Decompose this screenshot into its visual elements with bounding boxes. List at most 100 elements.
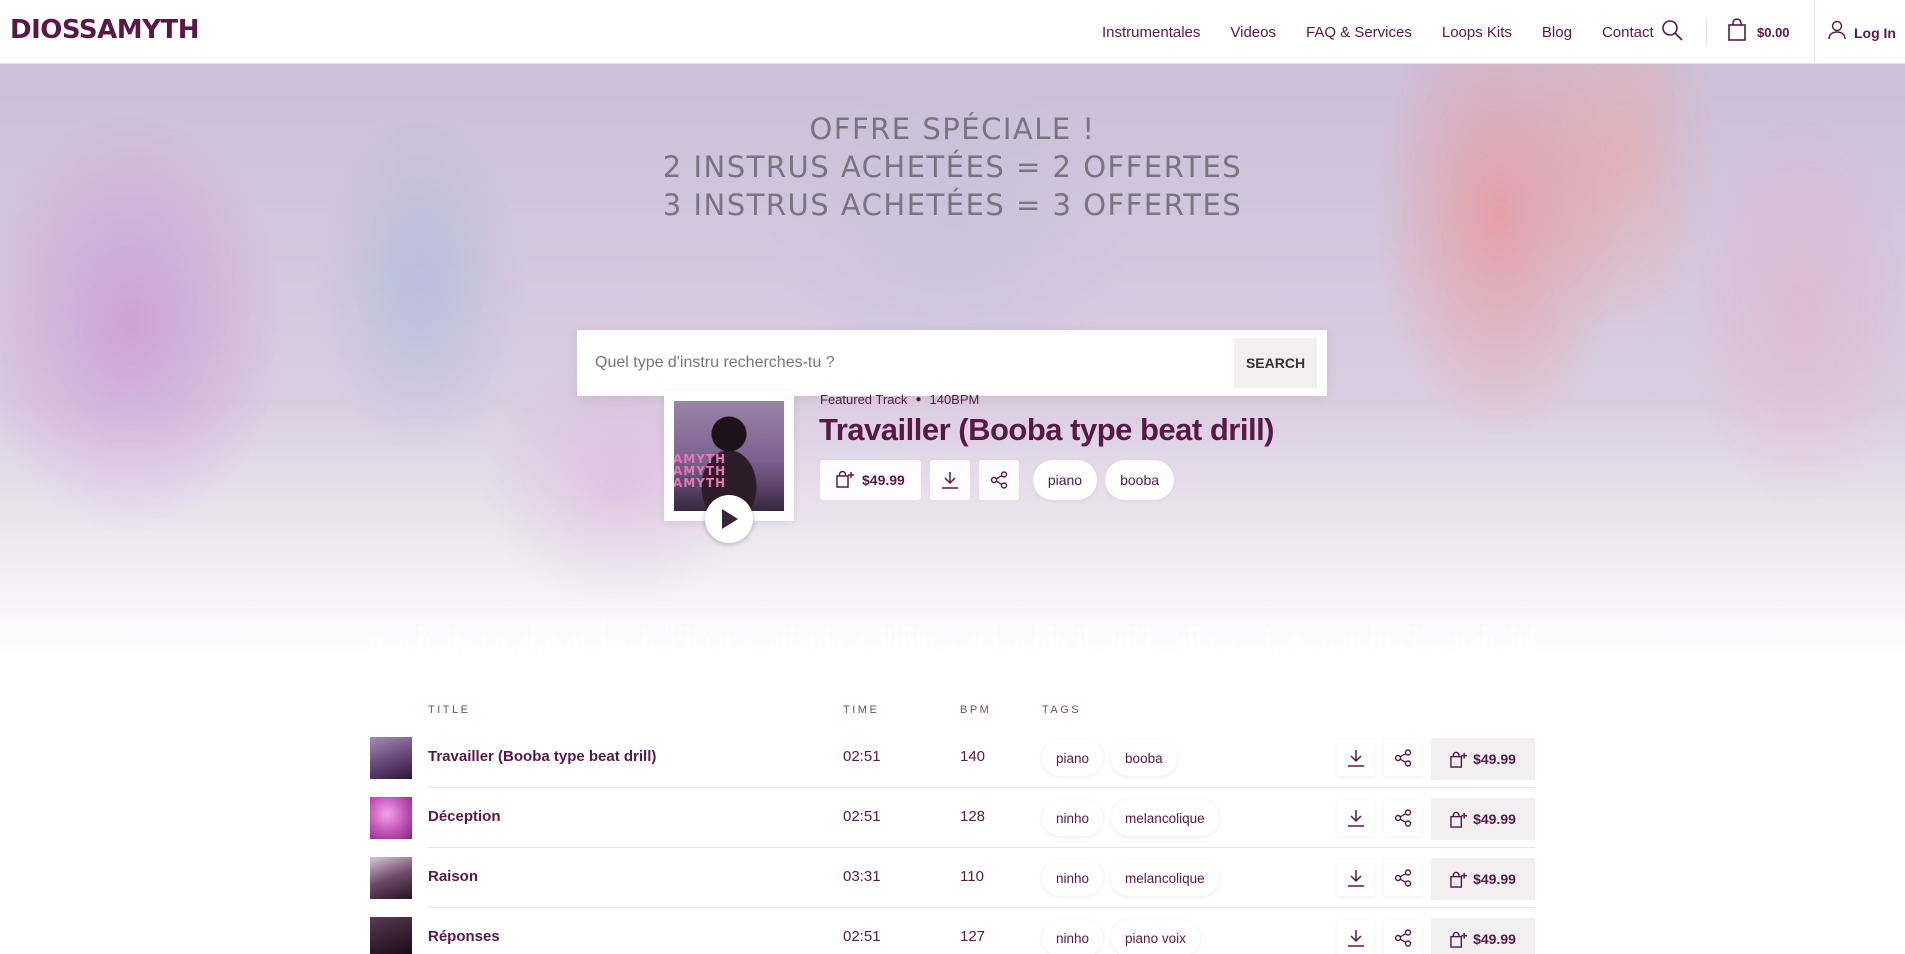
waveform[interactable]: [370, 618, 1535, 668]
nav-contact[interactable]: Contact: [1602, 24, 1654, 41]
search-icon[interactable]: [1660, 18, 1686, 44]
tracklist: TITLE TIME BPM TAGS Travailler (Booba ty…: [0, 680, 1905, 954]
waveform-bar: [1364, 643, 1368, 668]
track-title[interactable]: Travailler (Booba type beat drill): [428, 748, 656, 765]
track-bpm: 127: [960, 928, 986, 945]
beat-search-input[interactable]: [595, 330, 1195, 396]
track-download-button[interactable]: [1337, 740, 1375, 776]
waveform-bar: [510, 648, 514, 668]
waveform-bar: [1175, 653, 1179, 668]
search-submit-button[interactable]: SEARCH: [1234, 338, 1317, 388]
site-logo[interactable]: DIOSSAMYTH: [10, 15, 199, 45]
track-download-button[interactable]: [1337, 920, 1375, 954]
track-row[interactable]: Déception 02:51 128 ninho melancolique $…: [370, 788, 1535, 848]
share-icon: [990, 471, 1008, 489]
waveform-bar: [419, 626, 423, 668]
nav-faq-services[interactable]: FAQ & Services: [1306, 24, 1412, 41]
featured-tag[interactable]: booba: [1105, 460, 1175, 500]
waveform-bar: [1525, 638, 1529, 668]
track-row[interactable]: Raison 03:31 110 ninho melancolique $49.…: [370, 848, 1535, 908]
track-price: $49.99: [1473, 931, 1516, 947]
track-thumbnail[interactable]: [370, 917, 412, 954]
track-share-button[interactable]: [1384, 800, 1422, 836]
waveform-bar: [1441, 644, 1445, 668]
featured-title[interactable]: Travailler (Booba type beat drill): [819, 412, 1275, 448]
download-icon: [1348, 810, 1364, 827]
track-download-button[interactable]: [1337, 800, 1375, 836]
waveform-bar: [1189, 627, 1193, 668]
track-share-button[interactable]: [1384, 740, 1422, 776]
track-thumbnail[interactable]: [370, 737, 412, 779]
track-tag[interactable]: melancolique: [1111, 800, 1219, 836]
track-row[interactable]: Travailler (Booba type beat drill) 02:51…: [370, 728, 1535, 788]
featured-share-button[interactable]: [978, 460, 1019, 500]
track-title[interactable]: Réponses: [428, 928, 500, 945]
track-tag[interactable]: ninho: [1042, 860, 1104, 896]
track-buy-button[interactable]: $49.99: [1431, 858, 1535, 900]
waveform-bar: [1462, 640, 1466, 668]
user-icon: [1828, 20, 1846, 45]
waveform-bar: [608, 640, 612, 668]
track-row[interactable]: Réponses 02:51 127 ninho piano voix $49.…: [370, 908, 1535, 954]
waveform-bar: [1427, 652, 1431, 668]
nav-videos[interactable]: Videos: [1230, 24, 1276, 41]
login-label: Log In: [1854, 24, 1896, 41]
track-tag[interactable]: booba: [1111, 740, 1177, 776]
waveform-bar: [895, 623, 899, 668]
waveform-bar: [1021, 640, 1025, 668]
waveform-bar: [1448, 653, 1452, 668]
track-title[interactable]: Déception: [428, 808, 501, 825]
nav-loops-kits[interactable]: Loops Kits: [1442, 24, 1512, 41]
track-price: $49.99: [1473, 871, 1516, 887]
waveform-bar: [923, 634, 927, 668]
waveform-bar: [475, 646, 479, 668]
track-title[interactable]: Raison: [428, 868, 478, 885]
track-tags: ninho melancolique: [1042, 800, 1227, 836]
waveform-bar: [412, 651, 416, 668]
waveform-bar: [1105, 649, 1109, 668]
track-tag[interactable]: ninho: [1042, 800, 1104, 836]
waveform-bar: [769, 641, 773, 668]
waveform-bar: [678, 646, 682, 668]
track-buy-button[interactable]: $49.99: [1431, 918, 1535, 954]
waveform-bar: [1245, 643, 1249, 668]
nav-blog[interactable]: Blog: [1542, 24, 1572, 41]
track-buy-button[interactable]: $49.99: [1431, 798, 1535, 840]
waveform-bar: [1217, 652, 1221, 668]
login-button[interactable]: Log In: [1828, 20, 1896, 45]
track-download-button[interactable]: [1337, 860, 1375, 896]
waveform-bar: [720, 630, 724, 668]
featured-download-button[interactable]: [929, 460, 970, 500]
featured-buy-button[interactable]: $49.99: [820, 460, 921, 500]
waveform-bar: [517, 652, 521, 668]
play-button[interactable]: [705, 495, 753, 543]
track-thumbnail[interactable]: [370, 857, 412, 899]
cart-icon: [1727, 18, 1747, 47]
waveform-bar: [1532, 625, 1535, 668]
track-share-button[interactable]: [1384, 860, 1422, 896]
track-thumbnail[interactable]: [370, 797, 412, 839]
track-tag[interactable]: piano voix: [1111, 920, 1200, 954]
waveform-bar: [1336, 654, 1340, 668]
waveform-bar: [1028, 651, 1032, 668]
waveform-bar: [398, 640, 402, 668]
track-tag[interactable]: melancolique: [1111, 860, 1219, 896]
col-header-tags: TAGS: [1042, 704, 1082, 716]
track-tag[interactable]: piano: [1042, 740, 1104, 776]
waveform-bar: [482, 632, 486, 668]
track-buy-button[interactable]: $49.99: [1431, 738, 1535, 780]
waveform-bar: [391, 646, 395, 668]
cart-plus-icon: [1450, 931, 1468, 948]
featured-tag[interactable]: piano: [1032, 460, 1098, 500]
waveform-bar: [622, 636, 626, 668]
waveform-bar: [1469, 642, 1473, 668]
track-share-button[interactable]: [1384, 920, 1422, 954]
waveform-bar: [811, 638, 815, 668]
track-tag[interactable]: ninho: [1042, 920, 1104, 954]
cart-button[interactable]: $0.00: [1727, 18, 1790, 47]
waveform-bar: [1357, 630, 1361, 668]
cart-plus-icon: [1450, 871, 1468, 888]
waveform-bar: [1497, 641, 1501, 668]
waveform-bar: [531, 623, 535, 668]
nav-instrumentales[interactable]: Instrumentales: [1102, 24, 1200, 41]
